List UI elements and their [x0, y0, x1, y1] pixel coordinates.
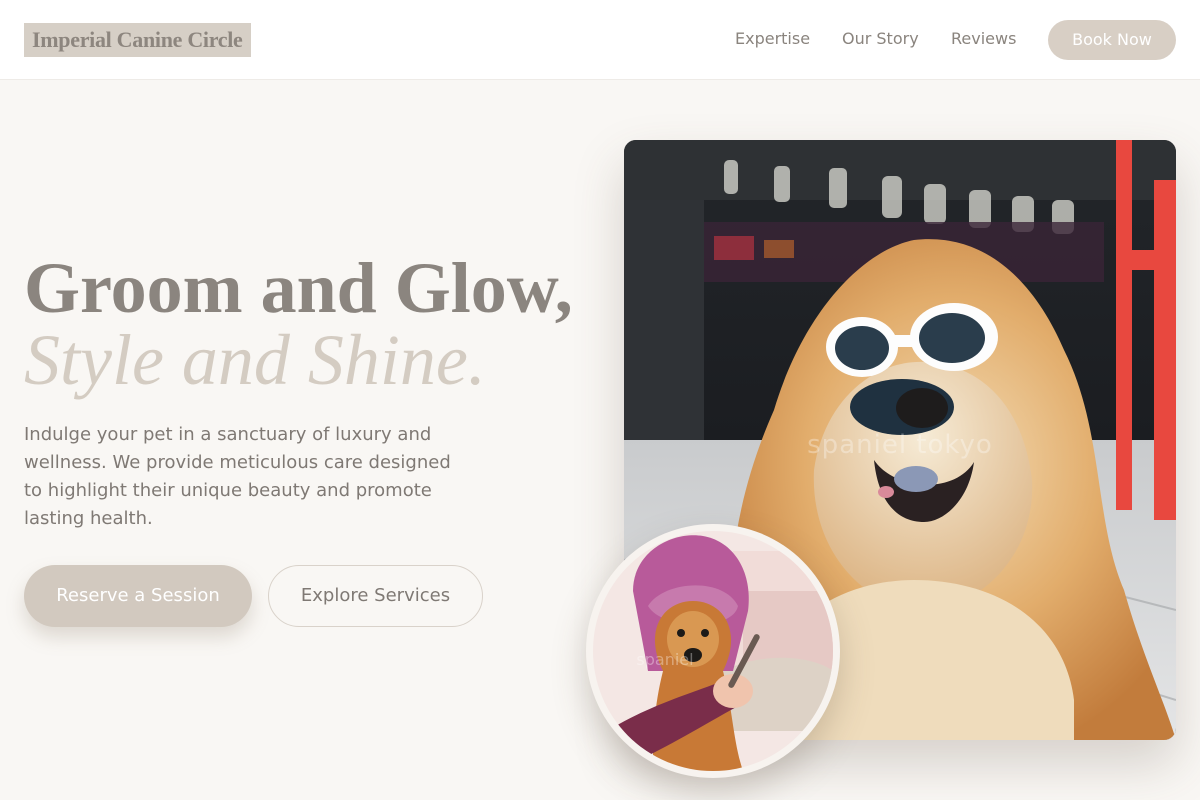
- reserve-session-button[interactable]: Reserve a Session: [24, 565, 252, 627]
- explore-services-button[interactable]: Explore Services: [268, 565, 483, 627]
- inset-circle-frame: spaniel: [586, 524, 840, 778]
- nav-link-expertise[interactable]: Expertise: [735, 29, 810, 49]
- book-now-button[interactable]: Book Now: [1048, 20, 1176, 60]
- nav-link-reviews[interactable]: Reviews: [951, 29, 1016, 49]
- hero-image-watermark: spaniel tokyo: [807, 430, 993, 460]
- nav-link-our-story[interactable]: Our Story: [842, 29, 919, 49]
- site-logo[interactable]: Imperial Canine Circle: [24, 23, 251, 57]
- inset-image-watermark: spaniel: [636, 650, 694, 669]
- top-navigation-bar: Imperial Canine Circle Expertise Our Sto…: [0, 0, 1200, 80]
- inset-dog-photo: spaniel: [593, 531, 833, 771]
- hero-headline-accent: Style and Shine.: [24, 320, 486, 400]
- hero-intro-text: Indulge your pet in a sanctuary of luxur…: [24, 424, 451, 529]
- hero-headline: Groom and Glow,: [24, 248, 573, 328]
